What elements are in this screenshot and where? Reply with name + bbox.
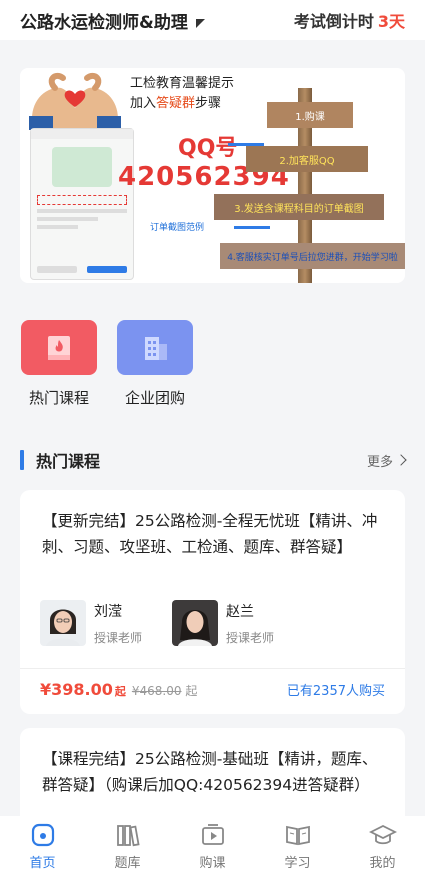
tip-sub-highlight: 答疑群 xyxy=(156,96,196,111)
teacher-list: 刘滢 授课老师 赵兰 授课老师 xyxy=(40,600,304,646)
price-suffix: 起 xyxy=(114,685,126,698)
avatar xyxy=(172,600,219,646)
more-link[interactable]: 更多 xyxy=(366,451,407,470)
group-buy-label: 企业团购 xyxy=(124,389,185,407)
original-price: ¥468.00 起 xyxy=(132,684,197,698)
teacher-info: 刘滢 授课老师 xyxy=(94,601,142,646)
group-buy-tile xyxy=(117,320,193,375)
step-2-sign: 2.加客服QQ xyxy=(246,146,368,172)
exam-selector[interactable]: 公路水运检测师&助理 xyxy=(20,8,205,33)
original-price-suffix: 起 xyxy=(185,684,198,698)
tab-label: 我的 xyxy=(369,856,396,871)
order-example-label: 订单截图范例 xyxy=(150,223,205,233)
heart-hands-icon xyxy=(29,72,121,130)
books-icon xyxy=(113,821,143,849)
step-3-sign: 3.发送含课程科目的订单截图 xyxy=(214,194,384,220)
tab-home[interactable]: 首页 xyxy=(0,816,85,876)
building-icon xyxy=(145,336,167,360)
qq-label: QQ号 xyxy=(178,136,238,161)
course-card[interactable]: 【更新完结】25公路检测-全程无忧班【精讲、冲刺、习题、攻坚班、工检通、题库、群… xyxy=(20,490,405,714)
top-header: 公路水运检测师&助理 考试倒计时 3天 xyxy=(0,0,425,40)
arrow-to-step-3 xyxy=(234,226,270,229)
tab-buy-course[interactable]: 购课 xyxy=(170,816,255,876)
tip-subtitle: 加入答疑群步骤 xyxy=(130,92,221,111)
countdown-label: 考试倒计时 xyxy=(293,12,374,31)
bottom-tab-bar: 首页 题库 购课 学习 我的 xyxy=(0,816,425,876)
tip-sub-prefix: 加入 xyxy=(130,96,157,111)
course-title: 【更新完结】25公路检测-全程无忧班【精讲、冲刺、习题、攻坚班、工检通、题库、群… xyxy=(42,512,378,556)
teacher-role: 授课老师 xyxy=(226,630,275,645)
tab-label: 购课 xyxy=(199,856,226,871)
hot-courses-entry[interactable]: 热门课程 xyxy=(21,320,97,414)
teacher-item: 刘滢 授课老师 xyxy=(40,600,142,646)
group-buy-entry[interactable]: 企业团购 xyxy=(117,320,193,414)
buyer-count: 已有2357人购买 xyxy=(286,684,385,699)
teacher-role: 授课老师 xyxy=(94,630,143,645)
countdown-days: 3天 xyxy=(377,12,405,31)
tab-label: 学习 xyxy=(284,856,311,871)
tab-question-bank[interactable]: 题库 xyxy=(85,816,170,876)
payment-success-icon xyxy=(52,147,112,187)
teacher-info: 赵兰 授课老师 xyxy=(226,601,274,646)
graduation-cap-icon xyxy=(368,821,398,849)
hot-courses-tile xyxy=(21,320,97,375)
section-title: 热门课程 xyxy=(36,452,101,471)
price-row: ¥398.00 起 ¥468.00 起 已有2357人购买 xyxy=(40,680,385,699)
teacher-name: 刘滢 xyxy=(94,603,122,620)
teacher-name: 赵兰 xyxy=(226,603,255,620)
course-price: ¥398.00 起 xyxy=(40,680,126,699)
dropdown-triangle-icon xyxy=(195,18,205,28)
price-value: ¥398.00 xyxy=(40,680,113,699)
card-divider xyxy=(20,668,405,669)
hot-book-icon xyxy=(48,335,70,360)
tip-title: 工检教育温馨提示 xyxy=(130,76,235,91)
open-book-icon xyxy=(283,821,313,849)
hot-courses-section-header: 热门课程 更多 xyxy=(20,448,407,472)
more-label: 更多 xyxy=(366,454,393,470)
video-icon xyxy=(198,821,228,849)
chevron-right-icon xyxy=(395,454,407,466)
home-icon xyxy=(28,821,58,849)
order-screenshot-example xyxy=(30,128,134,280)
section-accent-bar xyxy=(20,450,24,470)
avatar xyxy=(40,600,86,646)
app-title: 公路水运检测师&助理 xyxy=(20,12,188,33)
exam-countdown: 考试倒计时 3天 xyxy=(294,8,405,32)
tab-label: 题库 xyxy=(114,856,141,871)
hot-courses-label: 热门课程 xyxy=(28,389,89,407)
step-4-sign: 4.客服核实订单号后拉您进群，开始学习啦 xyxy=(220,243,405,269)
promo-banner[interactable]: 工检教育温馨提示 加入答疑群步骤 QQ号 420562394 订单截图范例 1.… xyxy=(20,68,405,283)
course-card[interactable]: 【课程完结】25公路检测-基础班【精讲，题库、群答疑】（购课后加QQ:42056… xyxy=(20,728,405,828)
step-1-sign: 1.购课 xyxy=(267,102,353,128)
course-title: 【课程完结】25公路检测-基础班【精讲，题库、群答疑】（购课后加QQ:42056… xyxy=(42,750,378,794)
tip-sub-suffix: 步骤 xyxy=(195,96,222,111)
tab-mine[interactable]: 我的 xyxy=(340,816,425,876)
tab-label: 首页 xyxy=(29,856,56,871)
original-price-value: ¥468.00 xyxy=(131,684,182,698)
tab-study[interactable]: 学习 xyxy=(255,816,340,876)
price-group: ¥398.00 起 ¥468.00 起 xyxy=(40,680,197,699)
teacher-item: 赵兰 授课老师 xyxy=(172,600,274,646)
section-title-wrap: 热门课程 xyxy=(20,448,100,472)
